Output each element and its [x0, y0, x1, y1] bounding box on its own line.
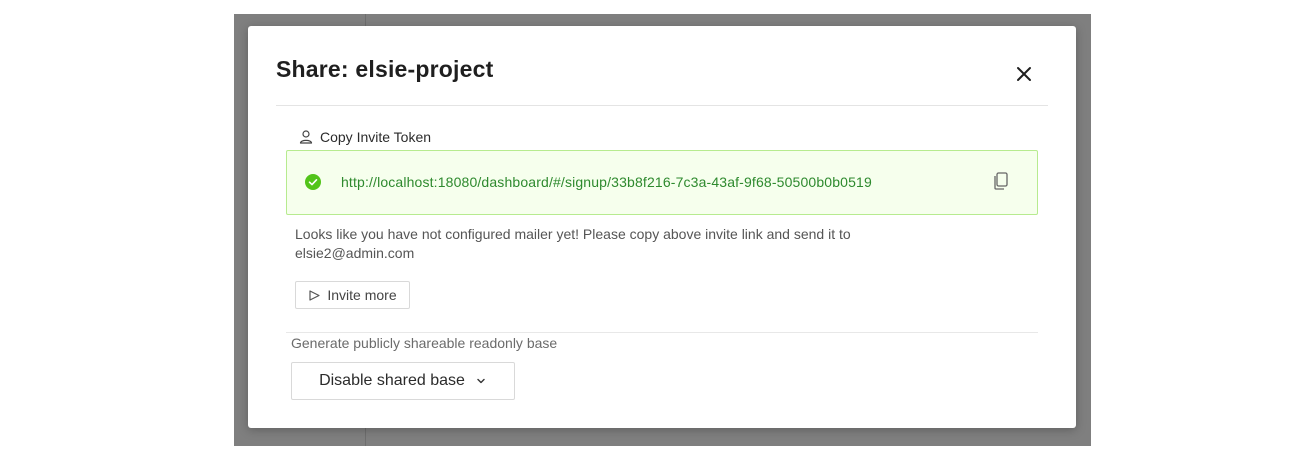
section-label-text: Copy Invite Token [320, 129, 432, 145]
shared-base-label: Generate publicly shareable readonly bas… [291, 335, 558, 351]
header-divider [276, 105, 1048, 106]
mailer-notice: Looks like you have not configured maile… [295, 226, 851, 261]
invite-more-label: Invite more [327, 287, 397, 303]
shared-base-dropdown[interactable]: Disable shared base [291, 362, 515, 400]
invite-token-box: http://localhost:18080/dashboard/#/signu… [286, 150, 1038, 215]
user-icon [299, 130, 313, 144]
invite-token-section-label: Copy Invite Token [298, 127, 431, 147]
shared-base-selected: Disable shared base [319, 372, 465, 389]
check-circle-icon [305, 174, 321, 190]
send-icon [309, 289, 320, 301]
share-modal: Share: elsie-project Copy Invite Token h… [248, 26, 1076, 428]
chevron-down-icon [477, 378, 485, 384]
section-divider [286, 332, 1038, 333]
invite-token-url[interactable]: http://localhost:18080/dashboard/#/signu… [341, 174, 872, 190]
copy-icon [994, 172, 1008, 190]
modal-title: Share: elsie-project [276, 56, 494, 82]
copy-button[interactable] [991, 171, 1011, 191]
close-button[interactable] [1012, 62, 1036, 86]
invite-more-button[interactable]: Invite more [295, 281, 410, 309]
close-icon [1017, 67, 1031, 81]
